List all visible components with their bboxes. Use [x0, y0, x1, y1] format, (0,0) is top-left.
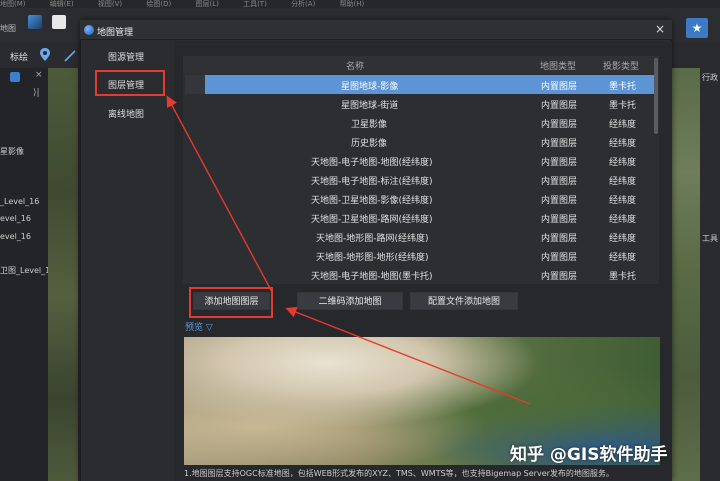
dialog-close-button[interactable]: ×	[655, 22, 665, 36]
image-icon[interactable]	[52, 15, 66, 29]
row-name: 天地图-电子地图-地图(经纬度)	[311, 158, 433, 168]
column-header-map-type[interactable]: 地图类型	[540, 59, 576, 72]
biaohui-label[interactable]: 标绘	[10, 50, 28, 63]
menu-bar: 地图(M) 编辑(E) 视图(V) 绘图(D) 图层(L) 工具(T) 分析(A…	[0, 0, 720, 8]
table-row[interactable]: 星图地球-影像 内置图层 墨卡托	[205, 75, 654, 94]
search-icon[interactable]	[10, 72, 20, 82]
row-projection: 经纬度	[609, 196, 637, 206]
row-projection: 墨卡托	[609, 82, 637, 92]
pin-icon[interactable]	[40, 48, 50, 61]
row-map-type: 内置图层	[541, 177, 578, 187]
row-name: 卫星影像	[351, 120, 388, 130]
sidebar-item-source-manager[interactable]: 图源管理	[108, 50, 144, 63]
map-icon[interactable]	[28, 15, 42, 29]
star-icon[interactable]: ★	[686, 18, 708, 38]
row-projection: 墨卡托	[609, 272, 637, 282]
row-projection: 墨卡托	[609, 101, 637, 111]
menu-help[interactable]: 帮助(H)	[340, 0, 365, 8]
map-canvas-right[interactable]	[670, 68, 700, 481]
row-map-type: 内置图层	[541, 101, 578, 111]
menu-edit[interactable]: 编辑(E)	[50, 0, 74, 8]
row-projection: 经纬度	[609, 234, 637, 244]
row-map-type: 内置图层	[541, 82, 578, 92]
line-tool-icon[interactable]	[64, 50, 76, 62]
row-selector[interactable]	[185, 75, 205, 94]
column-header-name[interactable]: 名称	[346, 59, 364, 72]
layer-item[interactable]: 卫图_Level_16	[0, 265, 55, 276]
map-canvas-left[interactable]	[48, 68, 78, 481]
menu-layer[interactable]: 图层(L)	[195, 0, 218, 8]
dialog-titlebar[interactable]	[80, 20, 672, 40]
layer-item[interactable]: _Level_16	[0, 197, 39, 206]
row-map-type: 内置图层	[541, 215, 578, 225]
row-name: 天地图-卫星地图-路网(经纬度)	[311, 215, 433, 225]
layer-item[interactable]: evel_16	[0, 214, 31, 223]
table-row[interactable]: 天地图-电子地图-标注(经纬度) 内置图层 经纬度	[205, 170, 654, 189]
row-map-type: 内置图层	[541, 272, 578, 282]
row-name: 天地图-地形图-地形(经纬度)	[316, 253, 429, 263]
table-row[interactable]: 天地图-电子地图-地图(墨卡托) 内置图层 墨卡托	[205, 265, 654, 284]
table-row[interactable]: 天地图-卫星地图-影像(经纬度) 内置图层 经纬度	[205, 189, 654, 208]
help-note: 1.地图图层支持OGC标准地图，包括WEB形式发布的XYZ、TMS、WMTS等，…	[184, 469, 614, 478]
sidebar-item-offline-map[interactable]: 离线地图	[108, 107, 144, 120]
row-map-type: 内置图层	[541, 120, 578, 130]
highlight-box	[95, 70, 165, 96]
right-panel	[700, 68, 720, 481]
menu-tools[interactable]: 工具(T)	[243, 0, 267, 8]
menu-view[interactable]: 视图(V)	[98, 0, 122, 8]
dialog-title: 地图管理	[97, 28, 134, 38]
row-map-type: 内置图层	[541, 253, 578, 263]
row-name: 天地图-电子地图-标注(经纬度)	[311, 177, 433, 187]
admin-region-label[interactable]: 行政	[702, 72, 718, 83]
globe-icon	[84, 25, 94, 35]
row-projection: 经纬度	[609, 139, 637, 149]
row-name: 星图地球-街道	[341, 101, 399, 111]
preview-toggle[interactable]: 预览 ▽	[185, 320, 213, 333]
column-header-projection[interactable]: 投影类型	[603, 59, 639, 72]
collapse-icon[interactable]: ⟩|	[33, 88, 40, 98]
close-icon[interactable]: ×	[35, 70, 43, 80]
menu-map[interactable]: 地图(M)	[0, 0, 26, 8]
table-row[interactable]: 天地图-卫星地图-路网(经纬度) 内置图层 经纬度	[205, 208, 654, 227]
table-scrollbar[interactable]	[654, 58, 658, 134]
row-projection: 经纬度	[609, 158, 637, 168]
table-row[interactable]: 天地图-地形图-地形(经纬度) 内置图层 经纬度	[205, 246, 654, 265]
table-row[interactable]: 星图地球-街道 内置图层 墨卡托	[205, 94, 654, 113]
table-row[interactable]: 天地图-电子地图-地图(经纬度) 内置图层 经纬度	[205, 151, 654, 170]
table-row[interactable]: 天地图-地形图-路网(经纬度) 内置图层 经纬度	[205, 227, 654, 246]
toolbar-map-label: 地图	[0, 24, 16, 33]
row-name: 星图地球-影像	[341, 82, 399, 92]
row-name: 历史影像	[351, 139, 388, 149]
config-file-add-map-button[interactable]: 配置文件添加地图	[410, 292, 518, 310]
row-projection: 经纬度	[609, 120, 637, 130]
layer-item[interactable]: evel_16	[0, 232, 31, 241]
qrcode-add-map-button[interactable]: 二维码添加地图	[297, 292, 403, 310]
row-map-type: 内置图层	[541, 196, 578, 206]
row-map-type: 内置图层	[541, 234, 578, 244]
watermark: 知乎 @GIS软件助手	[510, 445, 668, 465]
table-header	[183, 56, 659, 74]
row-name: 天地图-卫星地图-影像(经纬度)	[311, 196, 433, 206]
row-map-type: 内置图层	[541, 158, 578, 168]
row-name: 天地图-电子地图-地图(墨卡托)	[311, 272, 433, 282]
row-projection: 经纬度	[609, 215, 637, 225]
layer-item[interactable]: 星影像	[0, 146, 24, 157]
row-projection: 经纬度	[609, 177, 637, 187]
table-row[interactable]: 历史影像 内置图层 经纬度	[205, 132, 654, 151]
menu-draw[interactable]: 绘图(D)	[146, 0, 171, 8]
table-row[interactable]: 卫星影像 内置图层 经纬度	[205, 113, 654, 132]
tools-label[interactable]: 工具	[702, 233, 718, 244]
row-name: 天地图-地形图-路网(经纬度)	[316, 234, 429, 244]
menu-analysis[interactable]: 分析(A)	[291, 0, 315, 8]
row-map-type: 内置图层	[541, 139, 578, 149]
highlight-box	[189, 287, 273, 318]
row-projection: 经纬度	[609, 253, 637, 263]
